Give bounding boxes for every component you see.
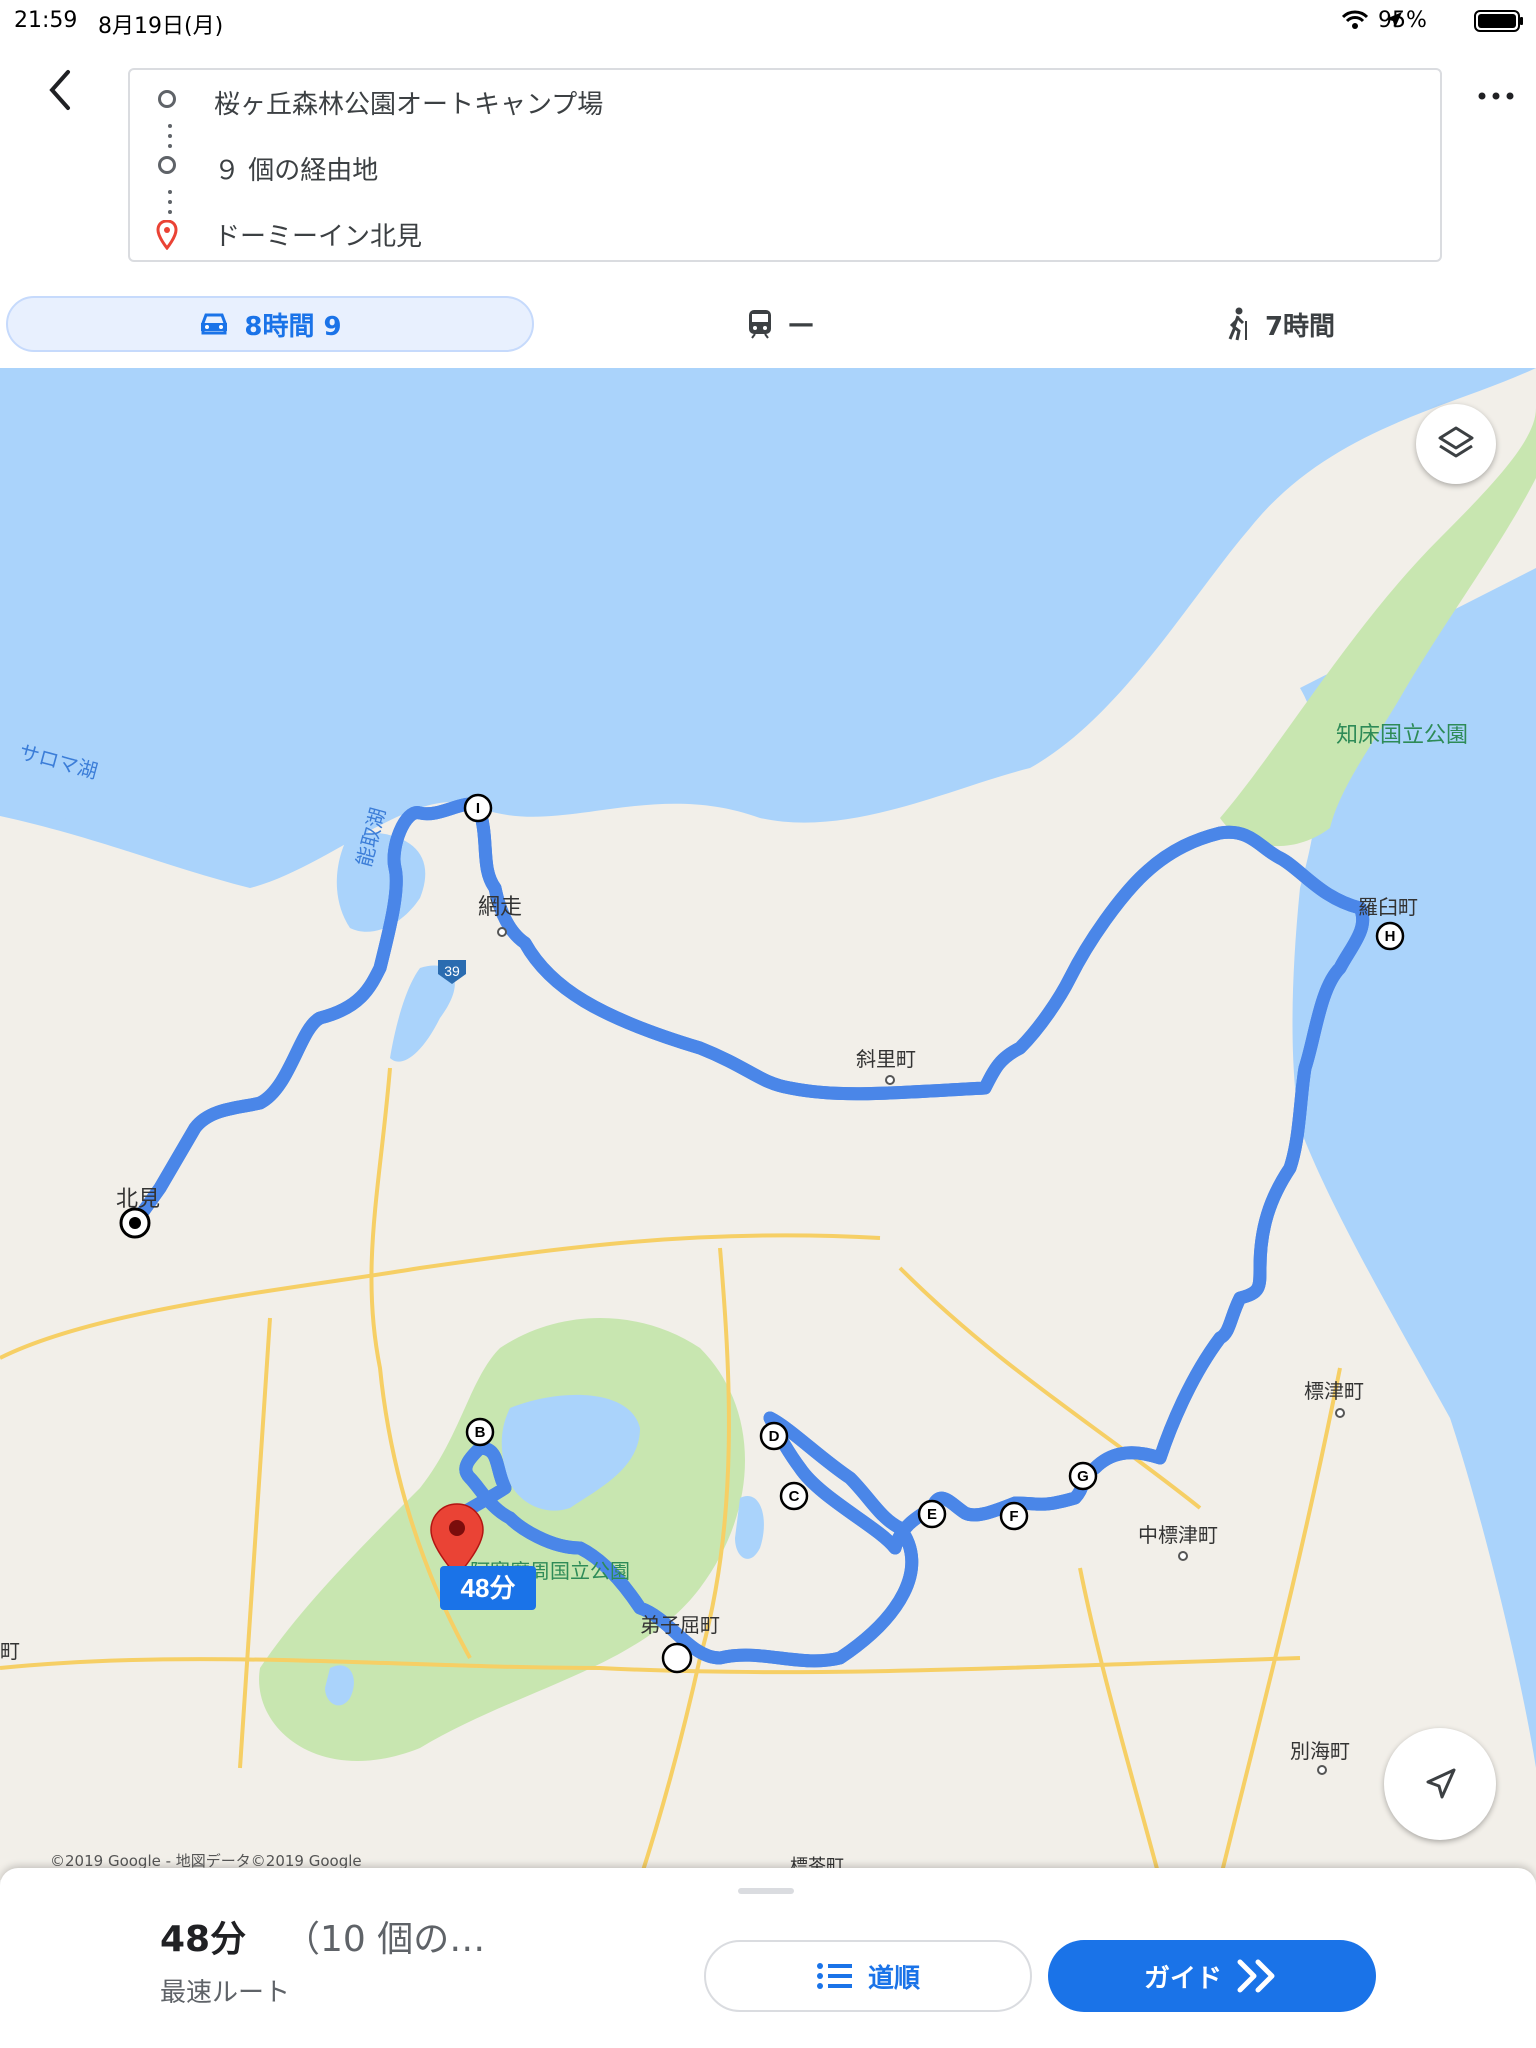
town-dot <box>885 1075 895 1085</box>
double-chevron-icon <box>1237 1959 1275 1993</box>
wifi-icon <box>1342 10 1368 29</box>
origin-circle-icon <box>158 90 176 108</box>
tab-walking[interactable]: 7時間 <box>1200 296 1360 352</box>
layers-button[interactable] <box>1416 404 1496 484</box>
town-dot <box>1317 1765 1327 1775</box>
waypoint-origin[interactable]: 桜ヶ丘森林公園オートキャンプ場 <box>130 72 1440 132</box>
steps-button[interactable]: 道順 <box>704 1940 1032 2012</box>
town-dot <box>1335 1408 1345 1418</box>
waypoint-stops[interactable]: ９ 個の経由地 <box>130 138 1440 198</box>
stop-marker-label: F <box>1009 1508 1018 1525</box>
label-abashiri: 網走 <box>478 894 522 919</box>
battery-icon <box>1474 10 1523 32</box>
tab-driving[interactable]: 8時間 9 <box>6 296 534 352</box>
stop-marker-h[interactable]: H <box>1375 921 1405 951</box>
route-map[interactable]: サロマ湖 能取湖 網走 斜里町 知床国立公園 羅臼町 北見 標津町 中標津町 弟… <box>0 368 1536 1880</box>
stop-marker-label: G <box>1077 1468 1089 1485</box>
origin-label: 桜ヶ丘森林公園オートキャンプ場 <box>214 90 604 120</box>
label-teshikaga: 弟子屈町 <box>640 1614 720 1637</box>
badge-time-text: 48分 <box>461 1573 516 1603</box>
stop-marker-label: E <box>927 1506 937 1523</box>
guide-label: ガイド <box>1143 1963 1222 1994</box>
more-options-icon[interactable] <box>1476 84 1516 108</box>
label-rausu: 羅臼町 <box>1358 896 1418 919</box>
car-icon <box>201 313 228 335</box>
travel-mode-tabs: 8時間 9 — 7時間 <box>0 292 1536 368</box>
label-shari: 斜里町 <box>856 1048 916 1071</box>
my-location-button[interactable] <box>1384 1728 1496 1840</box>
summary-duration: 48分 <box>160 1919 247 1960</box>
stop-marker-i[interactable]: I <box>463 793 493 823</box>
town-dot <box>1178 1551 1188 1561</box>
stop-marker-d[interactable]: D <box>759 1421 789 1451</box>
status-time: 21:59 <box>14 8 78 33</box>
stop-marker-b[interactable]: B <box>465 1417 495 1447</box>
stop-marker-label: D <box>769 1428 780 1445</box>
stop-marker-label: B <box>475 1424 486 1441</box>
list-icon <box>816 1963 852 1989</box>
summary-route-type: 最速ルート <box>160 1978 291 2008</box>
hiking-icon <box>1228 307 1247 341</box>
destination-label: ドーミーイン北見 <box>214 222 423 252</box>
stop-marker-e[interactable]: E <box>917 1499 947 1529</box>
guide-button[interactable]: ガイド <box>1048 1940 1376 2012</box>
map-canvas[interactable]: サロマ湖 能取湖 網走 斜里町 知床国立公園 羅臼町 北見 標津町 中標津町 弟… <box>0 368 1536 1880</box>
waypoint-destination[interactable]: ドーミーイン北見 <box>130 204 1440 264</box>
label-left-town: 町 <box>0 1641 20 1663</box>
battery-percent: 95% <box>1378 8 1427 33</box>
stops-label: ９ 個の経由地 <box>214 156 379 186</box>
town-dot <box>497 927 507 937</box>
label-kitami: 北見 <box>116 1186 160 1211</box>
stop-marker-c[interactable]: C <box>779 1481 809 1511</box>
steps-label: 道順 <box>867 1963 920 1994</box>
tab-transit[interactable]: — <box>720 296 840 352</box>
route-waypoints-panel[interactable]: 桜ヶ丘森林公園オートキャンプ場 ９ 個の経由地 ドーミーイン北見 <box>128 68 1442 262</box>
back-arrow-icon[interactable] <box>38 62 86 118</box>
label-nakashibetsu: 中標津町 <box>1138 1524 1218 1547</box>
waypoint-circle-marker[interactable] <box>661 1642 693 1674</box>
status-bar: 21:59 8月19日(月) 95% <box>0 0 1536 40</box>
stop-marker-label: H <box>1385 928 1396 945</box>
driving-time: 8時間 9 <box>244 311 342 342</box>
layers-icon <box>1438 426 1474 458</box>
label-shibetsu: 標津町 <box>1304 1380 1364 1403</box>
label-betsukai: 別海町 <box>1290 1740 1350 1763</box>
summary-stops: （10 個の… <box>284 1919 486 1960</box>
destination-pin-icon <box>156 220 178 250</box>
transit-time: — <box>788 309 814 339</box>
navigation-arrow-icon <box>1426 1768 1456 1799</box>
stop-marker-label: C <box>789 1488 800 1505</box>
stops-circle-icon <box>158 156 176 174</box>
train-icon <box>749 310 771 339</box>
label-shiretoko-park: 知床国立公園 <box>1336 722 1468 747</box>
route-39-text: 39 <box>444 963 460 979</box>
stop-marker-f[interactable]: F <box>999 1501 1029 1531</box>
route-time-badge[interactable]: 48分 <box>440 1566 536 1610</box>
walking-time: 7時間 <box>1264 311 1336 342</box>
stop-marker-label: I <box>476 800 480 817</box>
status-date: 8月19日(月) <box>98 14 224 39</box>
sheet-drag-handle[interactable] <box>738 1888 794 1894</box>
kitami-destination-marker[interactable] <box>119 1207 151 1239</box>
stop-marker-g[interactable]: G <box>1068 1461 1098 1491</box>
